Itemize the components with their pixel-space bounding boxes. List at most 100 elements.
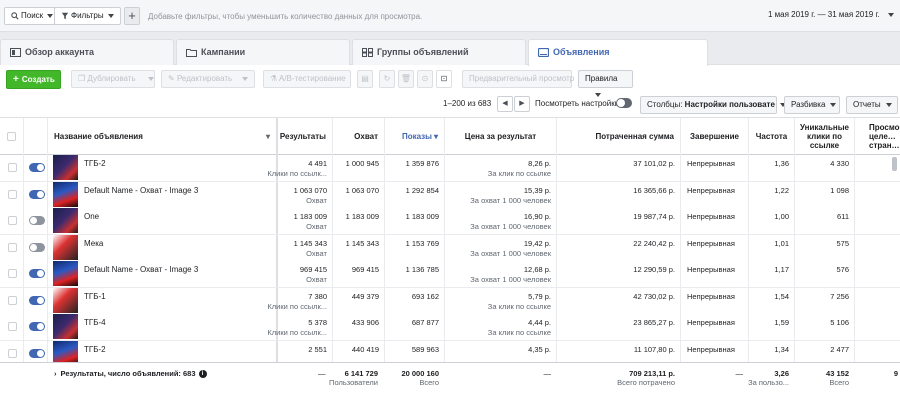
cost-per-result-cell: 4,44 р. За клик по ссылке [445,314,557,340]
col-spent[interactable]: Потраченная сумма [557,118,681,155]
toggle-cell [24,261,48,287]
results-cell: 1 183 009 Охват [278,208,333,234]
totals-unique-clicks-sub: Всего [829,378,849,387]
reach-cell-value: 1 145 343 [345,238,379,248]
table-row[interactable]: One 1 183 009 Охват 1 183 009 1 183 009 16,90… [0,208,900,235]
results-cell-value: 4 491 [308,159,327,168]
grid-icon [362,48,373,57]
spent-cell-value: 16 365,66 р. [633,185,675,195]
rules-button[interactable]: Правила [578,70,633,97]
toggle-cell [24,155,48,181]
col-name[interactable]: Название объявления ▾ [48,118,278,155]
col-frequency[interactable]: Частота [749,118,795,155]
reach-cell-value: 440 419 [351,344,379,354]
frequency-cell: 1,54 [749,287,795,314]
tab-campaigns[interactable]: Кампании [176,39,350,65]
date-range-picker[interactable]: 1 мая 2019 г. — 31 мая 2019 г. [762,7,894,25]
prev-page-icon[interactable]: ◀ [497,96,513,112]
duplicate-button[interactable]: ❐ Дублировать [71,70,155,88]
tab-ad-sets[interactable]: Группы объявлений [352,39,526,65]
ab-test-button[interactable]: ⚗ A/B-тестирование [263,70,351,88]
col-cost-per-result[interactable]: Цена за результат [445,118,557,155]
breakdown-dropdown[interactable]: Разбивка [784,96,840,114]
select-all-checkbox[interactable] [7,132,16,141]
impressions-cell-value: 687 877 [411,318,439,327]
pagination-range: 1–200 из 683 [443,99,492,108]
table-row[interactable]: ТГБ-4 5 378 Клики по ссылк... 433 906 687 87… [0,314,900,341]
cost-per-result-cell-subtitle: За охват 1 000 человек [470,222,551,231]
columns-dropdown[interactable]: Столбцы: Настройки пользовате [640,96,786,114]
totals-frequency-sub: За пользо... [748,378,789,387]
chevron-down-icon [885,102,892,107]
preview-button[interactable]: Предварительный просмотр [462,70,575,88]
view-settings-toggle[interactable] [616,98,632,108]
tab-account-overview[interactable]: Обзор аккаунта [0,39,174,65]
toggle-cell [24,314,48,340]
results-cell-value: 1 063 070 [293,185,327,195]
chevron-down-icon [47,13,54,18]
results-cell: 1 145 343 Охват [278,234,333,261]
results-cell-subtitle: Клики по ссылк... [267,301,327,311]
tab-label: Группы объявлений [377,47,469,57]
table-row[interactable]: Default Name - Охват - Image 31 063 070 О… [0,181,900,209]
table-row[interactable]: ТГБ-1 7 380 Клики по ссылк... 449 379 693 16… [0,287,900,315]
impressions-cell-value: 693 162 [411,291,439,301]
unique-clicks-cell-value: 1 098 [830,185,849,195]
cost-per-result-cell: 15,39 р. За охват 1 000 человек [445,181,557,208]
table-row[interactable]: Default Name - Охват - Image 3 969 415 Охв… [0,261,900,288]
lock-icon[interactable]: ⊙ [417,70,433,88]
cost-per-result-cell-subtitle: За клик по ссылке [487,301,551,311]
unique-clicks-cell: 5 106 [795,314,855,340]
views-cell [855,288,900,314]
edit-button[interactable]: ✎ Редактировать [161,70,255,88]
cost-per-result-cell: 19,42 р. За охват 1 000 человек [445,234,557,261]
totals-spent: 709 213,11 р. [629,369,675,378]
filter-bar: Поиск Фильтры + Добавьте фильтры, чтобы … [0,0,900,32]
col-views[interactable]: Просмо… целе… стран… [855,118,900,155]
trash-icon[interactable]: 🗑 [398,70,414,88]
cost-per-result-cell-value: 5,79 р. [528,291,551,301]
col-reach[interactable]: Охват [333,118,385,155]
col-results[interactable]: Результаты [278,118,333,155]
reach-cell: 1 000 945 [333,155,385,181]
name-cell [48,314,278,340]
reports-dropdown[interactable]: Отчеты [846,96,898,114]
reach-cell-value: 1 000 945 [345,159,379,168]
info-icon[interactable]: i [198,370,207,379]
impressions-cell-value: 1 153 769 [405,238,439,248]
next-page-icon[interactable]: ▶ [514,96,530,112]
toolbar: + Создать ❐ Дублировать ✎ Редактировать ⚗… [0,66,900,97]
table-row[interactable]: ТГБ-2 4 491 Клики по ссылк... 1 000 945 1 35… [0,155,900,182]
create-button[interactable]: + Создать [6,70,61,89]
spent-cell-value: 42 730,02 р. [633,291,675,301]
archive-icon[interactable]: ▤ [357,70,373,88]
preview-icon[interactable]: ⊡ [436,70,452,88]
views-cell [855,314,900,340]
frequency-cell: 1,22 [749,181,795,208]
col-impressions[interactable]: Показы ▾ [385,118,445,155]
ends-cell: Непрерывная [681,234,749,261]
ab-test-label: A/B-тестирование [278,74,346,83]
view-settings-label: Посмотреть настройки [535,99,620,108]
impressions-cell: 1 292 854 [385,181,445,208]
spent-cell-value: 23 865,27 р. [633,318,675,327]
filters-button[interactable]: Фильтры [54,7,121,25]
edit-label: Редактировать [176,74,233,83]
vertical-scrollbar[interactable] [892,157,897,171]
totals-reach-sub: Пользователи [329,378,378,387]
reach-cell: 969 415 [333,261,385,287]
add-filter-button[interactable]: + [124,7,140,25]
search-button[interactable]: Поиск [4,7,61,25]
expand-chevron-icon[interactable]: › [54,369,57,378]
checkbox-cell [0,208,24,234]
table-row[interactable]: Мека 1 145 343 Охват 1 145 343 1 153 769 19,4… [0,234,900,262]
spent-cell: 12 290,59 р. [557,261,681,287]
col-ends[interactable]: Завершение [681,118,749,155]
spent-cell-value: 19 987,74 р. [633,212,675,221]
col-unique-clicks[interactable]: Уникальные клики по ссылке [795,118,855,155]
tab-ads[interactable]: Объявления [528,39,708,66]
refresh-icon[interactable]: ↻ [379,70,395,88]
impressions-cell: 1 183 009 [385,208,445,234]
ends-cell: Непрерывная [681,287,749,314]
preview-label: Предварительный просмотр [469,74,575,83]
